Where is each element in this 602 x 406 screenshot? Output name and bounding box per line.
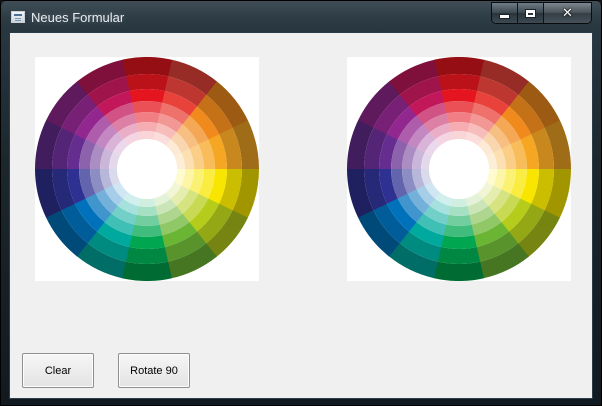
color-wheel-segment	[131, 101, 163, 114]
color-wheel-segment	[134, 214, 160, 226]
window-title: Neues Formular	[31, 10, 125, 25]
color-wheel-segment	[446, 112, 472, 124]
color-wheel-graphic	[35, 57, 259, 281]
color-wheel-segment	[122, 57, 173, 77]
color-wheel-image-left	[35, 57, 259, 281]
color-wheel-segment	[448, 122, 470, 132]
color-wheel-segment	[437, 246, 481, 264]
maximize-button[interactable]	[518, 3, 544, 23]
form-client-area: Clear Rotate 90	[9, 32, 593, 399]
color-wheel-segment	[450, 198, 468, 207]
caption-buttons: ✕	[491, 2, 592, 24]
color-wheel-segment	[446, 214, 472, 226]
title-bar[interactable]: Neues Formular ✕	[1, 1, 601, 31]
minimize-button[interactable]	[492, 3, 518, 23]
color-wheel-segment	[441, 89, 478, 103]
color-wheel-segment	[125, 74, 169, 92]
color-wheel-segment	[134, 112, 160, 124]
application-window: Neues Formular ✕ Clear Rotate 90	[0, 0, 602, 406]
color-wheel-segment	[125, 246, 169, 264]
color-wheel-segment	[450, 131, 468, 140]
color-wheel-segment	[448, 206, 470, 216]
color-wheel-segment	[434, 57, 485, 77]
color-wheel-segment	[440, 235, 477, 250]
minimize-icon	[499, 14, 510, 19]
clear-button[interactable]: Clear	[22, 353, 94, 388]
color-wheel-segment	[443, 224, 475, 237]
color-wheel-center	[117, 139, 177, 199]
color-wheel-segment	[131, 224, 163, 237]
color-wheel-segment	[437, 74, 481, 92]
color-wheel-segment	[138, 131, 156, 140]
close-icon: ✕	[562, 5, 573, 21]
color-wheel-segment	[136, 122, 158, 132]
color-wheel-segment	[443, 101, 475, 114]
color-wheel-segment	[136, 206, 158, 216]
color-wheel-segment	[138, 198, 156, 207]
color-wheel-segment	[128, 235, 165, 250]
rotate-90-button[interactable]: Rotate 90	[118, 353, 190, 388]
color-wheel-segment	[433, 261, 484, 281]
color-wheel-graphic	[347, 57, 571, 281]
maximize-icon	[525, 8, 536, 18]
color-wheel-image-right	[347, 57, 571, 281]
color-wheel-segment	[121, 261, 172, 281]
color-wheel-center	[429, 139, 489, 199]
close-button[interactable]: ✕	[544, 3, 591, 23]
color-wheel-segment	[129, 89, 166, 103]
form-window-icon[interactable]	[11, 11, 25, 23]
